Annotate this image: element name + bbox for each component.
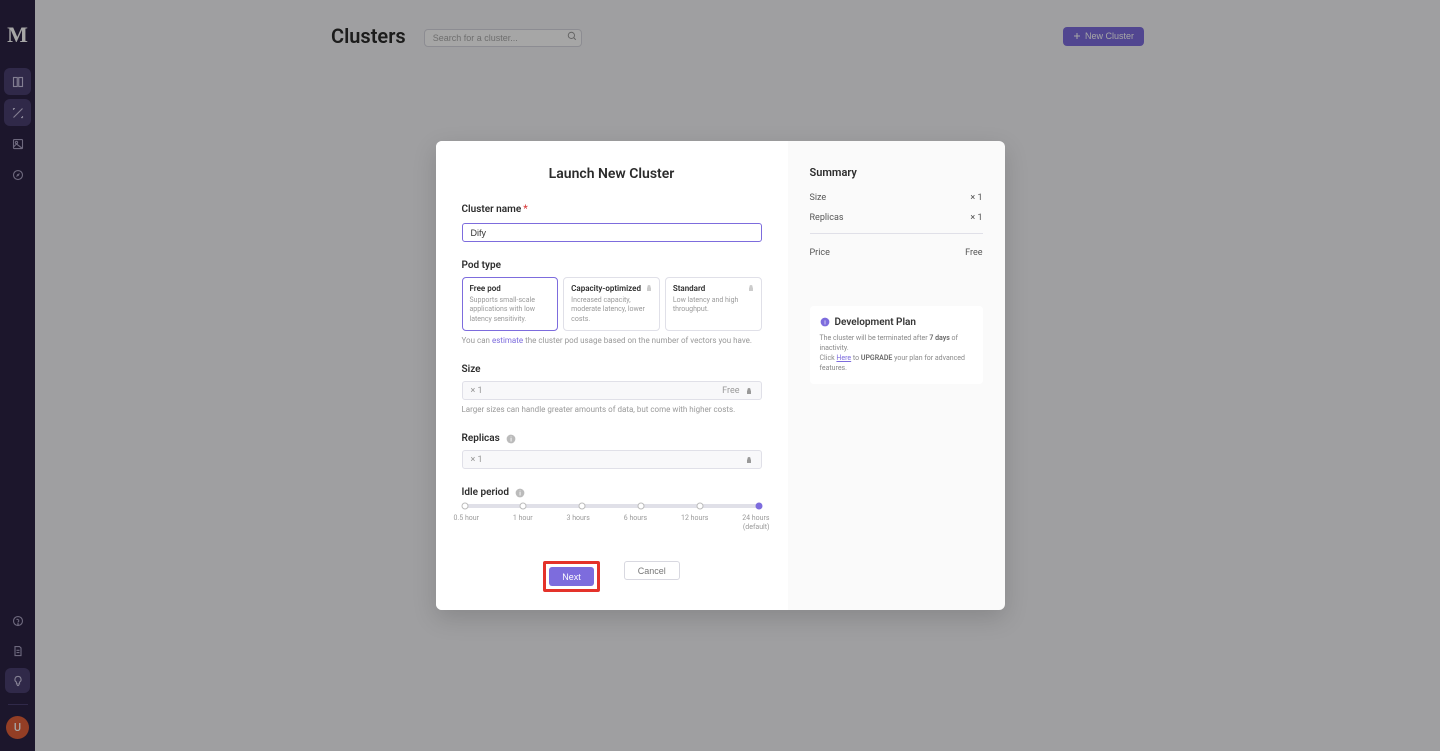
summary-replicas-row: Replicas × 1 <box>810 213 983 223</box>
required-asterisk: * <box>523 204 528 215</box>
idle-slider[interactable] <box>465 504 759 508</box>
cluster-name-label: Cluster name* <box>462 204 762 215</box>
summary-price-row: Price Free <box>810 248 983 258</box>
replicas-value: × 1 <box>471 455 483 465</box>
pod-type-label: Pod type <box>462 260 762 271</box>
cluster-name-section: Cluster name* <box>462 204 762 243</box>
size-right: Free <box>722 386 752 396</box>
summary-divider <box>810 233 983 234</box>
summary-size-row: Size × 1 <box>810 193 983 203</box>
modal-summary: Summary Size × 1 Replicas × 1 Price Free… <box>788 141 1005 610</box>
pod-free-title: Free pod <box>470 284 551 293</box>
cluster-name-input[interactable] <box>462 223 762 242</box>
pod-type-options: Free pod Supports small-scale applicatio… <box>462 277 762 330</box>
pod-card-standard[interactable]: Standard Low latency and high throughput… <box>665 277 762 330</box>
size-hint: Larger sizes can handle greater amounts … <box>462 405 762 415</box>
modal-actions: Next Cancel <box>462 561 762 592</box>
idle-section: Idle period i 0.5 hour 1 hour 3 ho <box>462 487 762 531</box>
lock-icon <box>645 284 653 292</box>
size-section: Size × 1 Free Larger sizes can handle gr… <box>462 364 762 415</box>
info-badge-icon: i <box>820 317 830 327</box>
info-icon: i <box>506 434 516 444</box>
estimate-link[interactable]: estimate <box>492 336 523 345</box>
replicas-section: Replicas i × 1 <box>462 433 762 469</box>
idle-slider-labels: 0.5 hour 1 hour 3 hours 6 hours 12 hours… <box>454 514 770 531</box>
next-button[interactable]: Next <box>549 567 594 586</box>
size-input: × 1 Free <box>462 381 762 400</box>
summary-title: Summary <box>810 166 983 179</box>
plan-here-link[interactable]: Here <box>836 354 851 362</box>
modal-form: Launch New Cluster Cluster name* Pod typ… <box>436 141 788 610</box>
plan-box: i Development Plan The cluster will be t… <box>810 306 983 385</box>
pod-standard-desc: Low latency and high throughput. <box>673 296 754 314</box>
size-value: × 1 <box>471 386 483 396</box>
plan-desc: The cluster will be terminated after 7 d… <box>820 333 973 374</box>
cancel-button[interactable]: Cancel <box>624 561 680 580</box>
pod-card-free[interactable]: Free pod Supports small-scale applicatio… <box>462 277 559 330</box>
pod-type-section: Pod type Free pod Supports small-scale a… <box>462 260 762 346</box>
pod-capacity-title: Capacity-optimized <box>571 284 652 293</box>
info-icon: i <box>515 488 525 498</box>
plan-title: Development Plan <box>835 317 917 328</box>
pod-hint: You can estimate the cluster pod usage b… <box>462 336 762 346</box>
size-badge: Free <box>722 386 739 396</box>
lock-icon <box>745 456 753 464</box>
next-highlight: Next <box>543 561 600 592</box>
lock-icon <box>745 387 753 395</box>
modal-overlay: Launch New Cluster Cluster name* Pod typ… <box>0 0 1440 751</box>
replicas-label: Replicas i <box>462 433 762 444</box>
replicas-lock <box>745 456 753 464</box>
modal: Launch New Cluster Cluster name* Pod typ… <box>436 141 1005 610</box>
pod-free-desc: Supports small-scale applications with l… <box>470 296 551 323</box>
pod-card-capacity[interactable]: Capacity-optimized Increased capacity, m… <box>563 277 660 330</box>
plan-header: i Development Plan <box>820 317 973 328</box>
pod-standard-title: Standard <box>673 284 754 293</box>
idle-label: Idle period i <box>462 487 762 498</box>
replicas-input: × 1 <box>462 450 762 469</box>
modal-title: Launch New Cluster <box>462 166 762 182</box>
lock-icon <box>747 284 755 292</box>
pod-capacity-desc: Increased capacity, moderate latency, lo… <box>571 296 652 323</box>
size-label: Size <box>462 364 762 375</box>
